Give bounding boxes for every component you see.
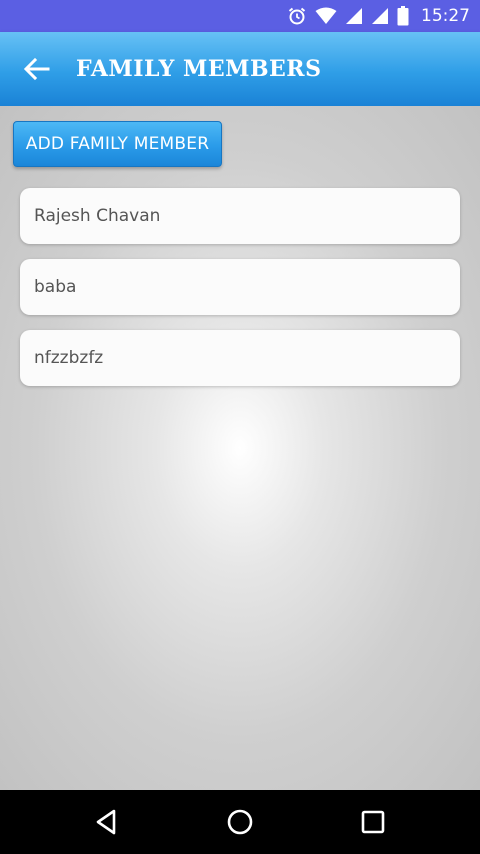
- list-item[interactable]: Rajesh Chavan: [20, 188, 460, 244]
- alarm-icon: [288, 7, 306, 25]
- wifi-icon: [315, 7, 337, 24]
- back-triangle-icon[interactable]: [88, 804, 124, 840]
- add-family-member-button[interactable]: ADD FAMILY MEMBER: [13, 121, 222, 167]
- content-area: ADD FAMILY MEMBER Rajesh Chavan baba nfz…: [0, 106, 480, 790]
- page-title: FAMILY MEMBERS: [76, 56, 322, 82]
- member-name: Rajesh Chavan: [34, 206, 161, 226]
- member-name: nfzzbzfz: [34, 348, 104, 368]
- home-circle-icon[interactable]: [222, 804, 258, 840]
- signal-icon: [372, 8, 388, 24]
- arrow-left-icon[interactable]: [20, 54, 54, 84]
- member-name: baba: [34, 277, 77, 297]
- list-item[interactable]: baba: [20, 259, 460, 315]
- status-icons: 15:27: [279, 0, 470, 32]
- recents-square-icon[interactable]: [355, 804, 391, 840]
- status-bar: 15:27: [0, 0, 480, 32]
- status-time: 15:27: [421, 6, 470, 26]
- battery-icon: [397, 6, 409, 26]
- member-list: Rajesh Chavan baba nfzzbzfz: [20, 188, 460, 401]
- navigation-bar: [0, 790, 480, 854]
- signal-icon: [346, 8, 362, 24]
- app-bar: FAMILY MEMBERS: [0, 32, 480, 106]
- list-item[interactable]: nfzzbzfz: [20, 330, 460, 386]
